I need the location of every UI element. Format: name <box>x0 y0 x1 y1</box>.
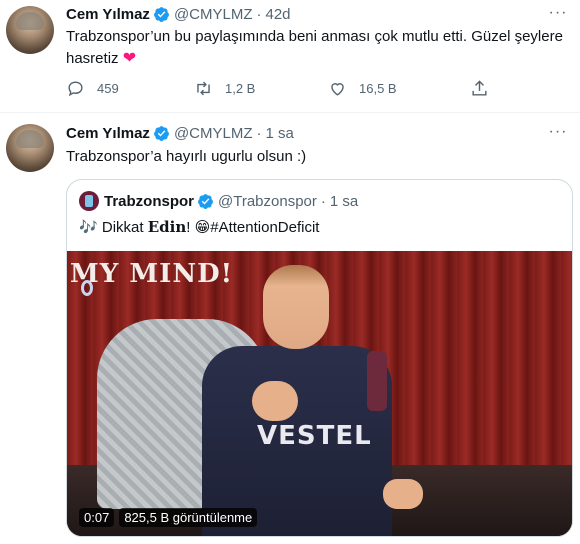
video-view-count: 825,5 B görüntülenme <box>119 508 258 527</box>
reply-button[interactable]: 459 <box>66 79 119 98</box>
avatar[interactable] <box>6 124 54 172</box>
verified-badge-icon <box>154 126 169 141</box>
author-name[interactable]: Cem Yılmaz <box>66 6 150 23</box>
share-button[interactable] <box>470 79 501 98</box>
quoted-author-handle[interactable]: @Trabzonspor <box>218 193 317 210</box>
video-player[interactable]: VESTEL MY MIND! 0:07 825,5 B görüntülenm… <box>67 251 572 536</box>
quoted-tweet-text: 🎶 Dikkat Edin! 😁#AttentionDeficit <box>79 216 319 239</box>
grinning-emoji: 😁 <box>194 219 211 236</box>
author-handle[interactable]: @CMYLMZ <box>174 125 253 142</box>
quoted-text-prefix: Dikkat <box>101 219 144 236</box>
verified-badge-icon <box>198 193 213 209</box>
share-icon <box>472 80 487 96</box>
quoted-text-bold: Edin <box>147 218 187 236</box>
like-button[interactable]: 16,5 B <box>328 79 397 98</box>
author-name[interactable]: Cem Yılmaz <box>66 125 150 142</box>
hashtag-link[interactable]: #AttentionDeficit <box>210 219 319 236</box>
video-overlay-title: MY MIND! <box>70 259 234 289</box>
video-overlay-mark-icon <box>81 280 93 296</box>
retweet-icon <box>197 81 210 96</box>
video-duration: 0:07 <box>79 508 115 527</box>
tweet[interactable]: Cem Yılmaz @CMYLMZ · 42d ··· Trabzonspor… <box>0 0 580 113</box>
red-heart-emoji: ❤ <box>122 50 137 67</box>
separator-dot: · <box>256 125 262 142</box>
tweet-text: Trabzonspor’a hayırlı ugurlu olsun :) <box>66 148 307 165</box>
tweet[interactable]: Cem Yılmaz @CMYLMZ · 1 sa ··· Trabzonspo… <box>0 113 580 544</box>
quoted-text-exclaim: ! <box>186 219 191 236</box>
music-notes-emoji: 🎶 <box>79 219 98 236</box>
heart-icon <box>331 83 344 96</box>
video-player-head <box>263 265 329 349</box>
tweet-header: Cem Yılmaz @CMYLMZ · 1 sa <box>66 125 294 142</box>
tweet-time[interactable]: 42d <box>266 6 291 23</box>
retweet-count: 1,2 B <box>225 81 256 96</box>
more-horizontal-icon[interactable]: ··· <box>548 5 568 26</box>
video-jersey-sleeve <box>367 351 387 411</box>
retweet-button[interactable]: 1,2 B <box>194 79 255 98</box>
tweet-text-body: Trabzonspor’un bu paylaşımında beni anma… <box>66 28 563 67</box>
quoted-author-name[interactable]: Trabzonspor <box>104 193 194 210</box>
video-badges: 0:07 825,5 B görüntülenme <box>79 508 258 527</box>
tweet-text: Trabzonspor’un bu paylaşımında beni anma… <box>66 26 568 70</box>
more-horizontal-icon[interactable]: ··· <box>548 124 568 145</box>
tweet-actions: 459 1,2 B 16,5 B <box>66 79 506 101</box>
separator-dot: · <box>256 6 262 23</box>
video-player-hand-knee <box>383 479 423 509</box>
like-count: 16,5 B <box>359 81 397 96</box>
avatar[interactable] <box>6 6 54 54</box>
quoted-tweet[interactable]: Trabzonspor @Trabzonspor · 1 sa 🎶 Dikkat… <box>66 179 573 537</box>
reply-count: 459 <box>97 81 119 96</box>
quoted-tweet-time[interactable]: 1 sa <box>330 193 358 210</box>
quoted-tweet-header: Trabzonspor @Trabzonspor · 1 sa <box>79 191 358 211</box>
author-handle[interactable]: @CMYLMZ <box>174 6 253 23</box>
quoted-avatar[interactable] <box>79 191 99 211</box>
separator-dot: · <box>320 192 326 210</box>
reply-icon <box>68 81 83 97</box>
video-player-hand <box>252 381 298 421</box>
tweet-time[interactable]: 1 sa <box>266 125 294 142</box>
video-sponsor-text: VESTEL <box>257 421 372 451</box>
tweet-header: Cem Yılmaz @CMYLMZ · 42d <box>66 6 291 23</box>
verified-badge-icon <box>154 7 169 22</box>
